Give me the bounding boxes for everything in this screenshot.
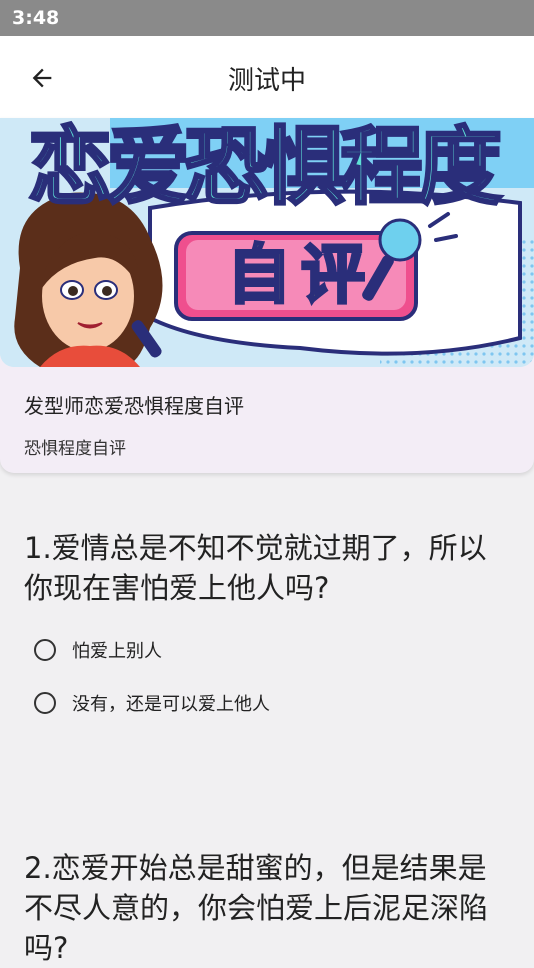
quiz-title: 发型师恋爱恐惧程度自评 — [24, 394, 244, 418]
banner-title: 恋爱恐惧程度 — [27, 118, 504, 216]
option-label: 怕爱上别人 — [72, 641, 162, 662]
radio-unchecked-icon[interactable] — [34, 639, 56, 661]
status-time: 3:48 — [12, 7, 60, 29]
option-1-2[interactable]: 没有，还是可以爱上他人 — [34, 686, 270, 720]
quiz-subtitle: 恐惧程度自评 — [24, 439, 126, 459]
option-label: 没有，还是可以爱上他人 — [72, 694, 270, 715]
page-title: 测试中 — [227, 66, 306, 96]
app-bar: 测试中 — [0, 36, 534, 118]
quiz-card[interactable]: 恋爱恐惧程度 自评 发型师恋爱恐惧程度自评 恐惧程度自评 — [0, 118, 534, 473]
question-1: 1.爱情总是不知不觉就过期了，所以你现在害怕爱上他人吗? — [24, 531, 487, 605]
banner-subtitle: 自评 — [226, 238, 375, 315]
status-bar: 3:48 — [0, 0, 534, 36]
option-1-1[interactable]: 怕爱上别人 — [34, 633, 162, 667]
banner-image: 恋爱恐惧程度 自评 — [0, 118, 534, 367]
radio-unchecked-icon[interactable] — [34, 692, 56, 714]
question-2: 2.恋爱开始总是甜蜜的，但是结果是不尽人意的，你会怕爱上后泥足深陷吗? — [24, 851, 489, 965]
